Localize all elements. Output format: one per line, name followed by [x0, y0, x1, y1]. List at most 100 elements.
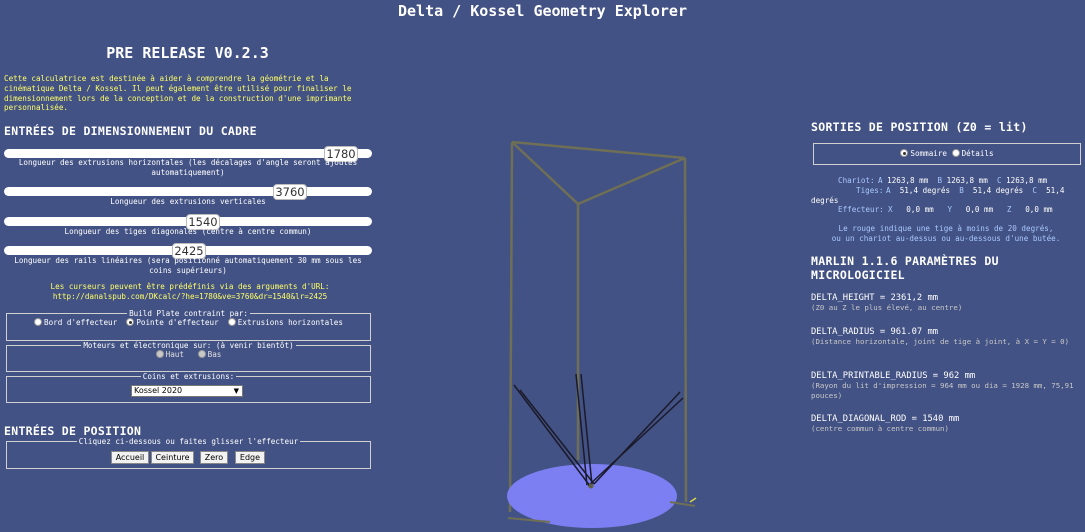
- radio-details[interactable]: Détails: [951, 149, 994, 158]
- chariot-value: 1263,8 mm: [946, 176, 988, 185]
- chevron-down-icon: ▼: [233, 387, 239, 395]
- radio-motors-bottom: Bas: [197, 350, 222, 359]
- horizontal-extrusion-slider[interactable]: [4, 149, 372, 158]
- horizontal-extrusion-caption: Longueur des extrusions horizontales (le…: [18, 158, 358, 177]
- radio-horizontal-extrusions[interactable]: Extrusions horizontales: [227, 318, 343, 327]
- param-name: DELTA_RADIUS = 961.07 mm: [811, 327, 939, 337]
- marlin-heading: MARLIN 1.1.6 PARAMÈTRES DU MICROLOGICIEL: [811, 254, 999, 282]
- marlin-param: DELTA_HEIGHT = 2361,2 mm (Z0 au Z le plu…: [811, 293, 1081, 313]
- build-plate-options: Bord d'effecteur Pointe d'effecteur Extr…: [7, 318, 370, 327]
- vertical-extrusion-caption: Longueur des extrusions verticales: [110, 197, 266, 206]
- position-inputs-legend: Cliquez ci-dessous ou faites glisser l'e…: [78, 437, 299, 446]
- motors-legend: Moteurs et électronique sur: (à venir bi…: [83, 341, 294, 350]
- url-note: Les curseurs peuvent être prédéfinis via…: [4, 282, 376, 302]
- corners-select-value: Kossel 2020: [134, 386, 183, 395]
- printer-3d-view[interactable]: [490, 130, 710, 532]
- motors-group: Moteurs et électronique sur: (à venir bi…: [6, 341, 371, 372]
- position-outputs-heading: SORTIES DE POSITION (Z0 = lit): [811, 120, 1028, 134]
- radio-motors-top: Haut: [155, 350, 184, 359]
- release-heading: PRE RELEASE V0.2.3: [106, 44, 269, 62]
- tige-value: 51,4 degrés: [972, 186, 1024, 195]
- radio-circle[interactable]: [951, 149, 960, 157]
- build-plate-legend: Build Plate contraint par:: [129, 309, 248, 318]
- position-inputs-heading: ENTRÉES DE POSITION: [4, 424, 142, 438]
- url-note-text: Les curseurs peuvent être prédéfinis via…: [50, 282, 330, 291]
- marlin-param: DELTA_PRINTABLE_RADIUS = 962 mm (Rayon d…: [811, 371, 1081, 400]
- tige-axis: A: [886, 186, 891, 195]
- warning-note-line: ou un chariot au-dessus ou au-dessous d'…: [831, 234, 1061, 243]
- radio-circle[interactable]: [34, 318, 43, 326]
- chariot-values: A 1263,8 mm B 1263,8 mm C 1263,8 mm: [878, 176, 1078, 185]
- radio-label: Pointe d'effecteur: [136, 318, 219, 327]
- linear-rail-caption: Longueur des rails linéaires (sera posit…: [14, 256, 362, 275]
- param-desc: (Z0 au Z le plus élevé, au centre): [811, 303, 963, 312]
- radio-circle-disabled: [155, 350, 164, 358]
- corners-legend: Coins et extrusions:: [142, 372, 235, 381]
- param-desc: (Rayon du lit d'impression = 964 mm ou d…: [811, 381, 1074, 400]
- edge-button[interactable]: Edge: [235, 451, 265, 464]
- top-extrusion-left: [511, 141, 579, 205]
- tige-value: 51,4 degrés: [899, 186, 951, 195]
- effecteur-value: 0,0 mm: [906, 205, 934, 214]
- tiges-values: A 51,4 degrés B 51,4 degrés C 51,4: [886, 186, 1082, 195]
- output-mode-toggle: Sommaire Détails: [813, 143, 1081, 165]
- chariot-value: 1263,8 mm: [1006, 176, 1048, 185]
- tige-value: 51,4: [1046, 186, 1065, 195]
- corners-select[interactable]: Kossel 2020 ▼: [131, 385, 243, 397]
- chariot-axis: B: [937, 176, 943, 185]
- frame-extrusions: [508, 140, 688, 513]
- radio-summary[interactable]: Sommaire: [900, 149, 947, 158]
- param-desc: (centre commun à centre commun): [811, 424, 949, 433]
- param-name: DELTA_DIAGONAL_ROD = 1540 mm: [811, 414, 960, 424]
- effecteur-axis: Y: [947, 205, 953, 214]
- app-title: Delta / Kossel Geometry Explorer: [398, 2, 687, 20]
- radio-effector-tip[interactable]: Pointe d'effecteur: [126, 318, 219, 327]
- tige-axis: C: [1032, 186, 1037, 195]
- chariot-axis: A: [878, 176, 883, 185]
- tiges-label: Tiges:: [856, 186, 884, 195]
- belt-button[interactable]: Ceinture: [151, 451, 194, 464]
- diagonal-rod-caption: Longueur des tiges diagonales (centre à …: [64, 227, 312, 236]
- warning-note-line: Le rouge indique une tige à moins de 20 …: [838, 224, 1054, 233]
- effecteur-axis: Z: [1006, 205, 1012, 214]
- effecteur-value: 0,0 mm: [1025, 205, 1053, 214]
- effecteur-value: 0,0 mm: [965, 205, 994, 214]
- chariot-label: Chariot:: [838, 176, 875, 185]
- marlin-heading-line: MICROLOGICIEL: [811, 268, 905, 282]
- tige-axis: B: [959, 186, 964, 195]
- radio-label: Sommaire: [910, 149, 947, 158]
- param-name: DELTA_HEIGHT = 2361,2 mm: [811, 293, 939, 303]
- marlin-param: DELTA_RADIUS = 961.07 mm (Distance horiz…: [811, 327, 1081, 347]
- vertical-extrusion-a: [508, 141, 514, 513]
- tiges-wrap: degrés: [811, 196, 839, 205]
- motors-options: Haut Bas: [7, 350, 370, 359]
- radio-circle[interactable]: [227, 318, 236, 326]
- frame-inputs-heading: ENTRÉES DE DIMENSIONNEMENT DU CADRE: [4, 124, 257, 138]
- intro-text: Cette calculatrice est destinée à aider …: [4, 74, 352, 113]
- chariot-value: 1263,8 mm: [887, 176, 929, 185]
- radio-label: Extrusions horizontales: [237, 318, 343, 327]
- chariot-axis: C: [996, 176, 1002, 185]
- radio-label: Détails: [961, 149, 994, 158]
- vertical-extrusion-b: [683, 157, 688, 503]
- build-plate-group: Build Plate contraint par: Bord d'effect…: [6, 309, 371, 341]
- url-example: http://danalspub.com/DKcalc/?he=1780&ve=…: [52, 291, 328, 301]
- radio-circle-selected[interactable]: [126, 318, 135, 326]
- vertical-extrusion-slider[interactable]: [4, 187, 372, 196]
- radio-effector-edge[interactable]: Bord d'effecteur: [34, 318, 117, 327]
- effector[interactable]: [588, 483, 594, 489]
- zero-button[interactable]: Zero: [200, 451, 228, 464]
- marlin-param: DELTA_DIAGONAL_ROD = 1540 mm (centre com…: [811, 414, 1081, 434]
- param-desc: (Distance horizontale, joint de tige à j…: [811, 337, 1070, 346]
- top-extrusion-back: [511, 140, 686, 160]
- print-bed: [507, 464, 677, 528]
- warning-note: Le rouge indique une tige à moins de 20 …: [811, 224, 1081, 244]
- effecteur-label: Effecteur:: [838, 205, 884, 214]
- radio-circle-selected[interactable]: [900, 149, 909, 157]
- radio-label: Haut: [165, 350, 184, 359]
- effecteur-axis: X: [888, 205, 893, 214]
- radio-label: Bas: [207, 350, 222, 359]
- top-extrusion-right: [577, 156, 686, 206]
- home-button[interactable]: Accueil: [111, 451, 149, 464]
- axis-marker: [689, 497, 697, 503]
